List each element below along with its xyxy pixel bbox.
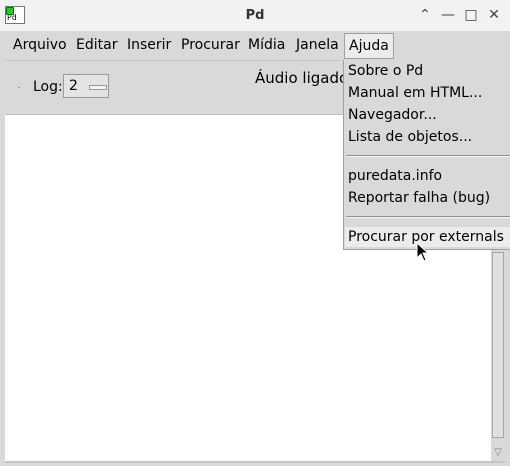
scroll-down-icon[interactable]: ▽ bbox=[491, 446, 505, 460]
menu-item-puredata-info[interactable]: puredata.info bbox=[348, 166, 442, 186]
menu-ajuda[interactable]: Ajuda bbox=[344, 33, 394, 59]
minimize-icon[interactable]: — bbox=[440, 7, 456, 23]
log-label: Log: bbox=[33, 79, 63, 95]
menu-arquivo[interactable]: Arquivo bbox=[13, 36, 67, 56]
menu-janela[interactable]: Janela bbox=[296, 36, 339, 56]
menu-separator bbox=[346, 216, 510, 218]
menu-item-manual[interactable]: Manual em HTML... bbox=[348, 83, 482, 103]
title-bar: Pd Pd ⌃ — □ ✕ bbox=[0, 0, 510, 31]
log-level-select[interactable]: 2 bbox=[63, 74, 109, 98]
menu-bar: Arquivo Editar Inserir Procurar Mídia Ja… bbox=[5, 31, 505, 61]
menu-item-sobre[interactable]: Sobre o Pd bbox=[348, 61, 423, 81]
menu-item-lista-objetos[interactable]: Lista de objetos... bbox=[348, 127, 472, 147]
log-level-value: 2 bbox=[69, 78, 78, 94]
menu-separator bbox=[346, 155, 510, 157]
menu-editar[interactable]: Editar bbox=[76, 36, 117, 56]
menu-inserir[interactable]: Inserir bbox=[127, 36, 171, 56]
window-title: Pd bbox=[245, 8, 265, 23]
menu-midia[interactable]: Mídia bbox=[248, 36, 285, 56]
help-menu-dropdown: Sobre o Pd Manual em HTML... Navegador..… bbox=[343, 60, 510, 250]
mouse-pointer-icon bbox=[416, 242, 430, 262]
menu-item-reportar-falha[interactable]: Reportar falha (bug) bbox=[348, 188, 490, 208]
maximize-icon[interactable]: □ bbox=[463, 7, 479, 23]
window-bottom-edge bbox=[5, 461, 505, 463]
menu-item-navegador[interactable]: Navegador... bbox=[348, 105, 437, 125]
option-menu-indicator-icon bbox=[89, 85, 107, 90]
scrollbar-thumb[interactable] bbox=[492, 252, 504, 438]
close-icon[interactable]: ✕ bbox=[486, 7, 502, 23]
dsp-indicator bbox=[18, 87, 20, 88]
audio-status: Áudio ligado bbox=[255, 69, 349, 87]
collapse-icon[interactable]: ⌃ bbox=[417, 7, 433, 23]
menu-procurar[interactable]: Procurar bbox=[181, 36, 240, 56]
